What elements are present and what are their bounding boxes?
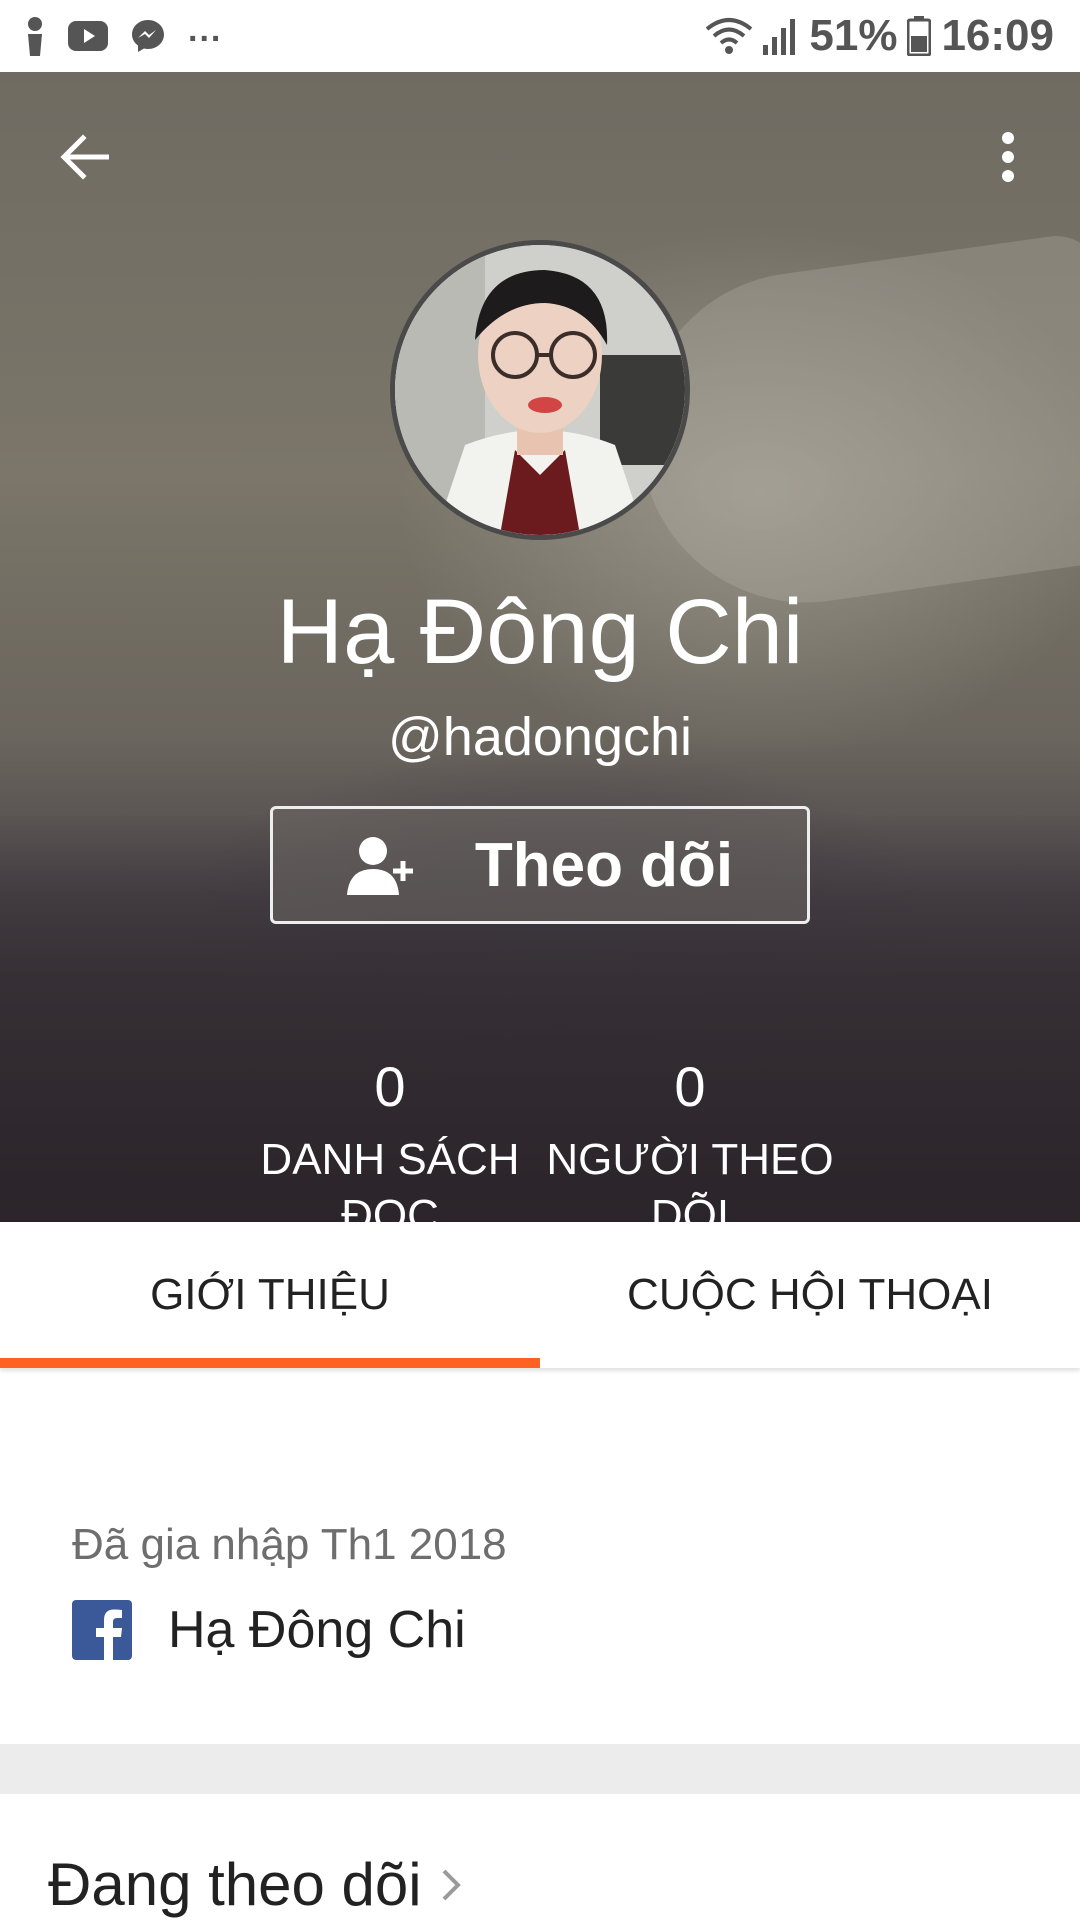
following-section-header[interactable]: Đang theo dõi <box>48 1850 462 1919</box>
reading-lists-label-line2: ĐỌC <box>341 1191 439 1222</box>
cover-image <box>619 230 1080 624</box>
status-bar-left: ... <box>24 11 244 56</box>
avatar-photo <box>395 245 685 535</box>
facebook-link[interactable]: Hạ Đông Chi <box>72 1600 466 1660</box>
wifi-icon <box>705 17 753 55</box>
follow-button-label: Theo dõi <box>474 830 734 900</box>
profile-header: Hạ Đông Chi @hadongchi Theo dõi 0 DANH S… <box>0 72 1080 1222</box>
tab-conversations[interactable]: CUỘC HỘI THOẠI <box>540 1222 1080 1368</box>
tab-about[interactable]: GIỚI THIỆU <box>0 1222 540 1368</box>
avatar[interactable] <box>390 240 690 540</box>
battery-percent: 51% <box>809 11 898 60</box>
arrow-left-icon <box>59 133 111 185</box>
youtube-icon <box>68 21 108 51</box>
signal-icon <box>763 17 799 55</box>
section-divider <box>0 1744 1080 1794</box>
messenger-icon <box>130 18 166 54</box>
following-title: Đang theo dõi <box>48 1851 422 1918</box>
profile-username: @hadongchi <box>387 707 693 767</box>
reading-lists-count: 0 <box>374 1055 406 1118</box>
facebook-name: Hạ Đông Chi <box>168 1601 466 1659</box>
profile-name: Hạ Đông Chi <box>276 581 804 683</box>
tab-bar: GIỚI THIỆU CUỘC HỘI THOẠI <box>0 1222 1080 1368</box>
status-bar: ... 51% 16:09 <box>0 0 1080 72</box>
followers-label: NGƯỜI THEO DÕI <box>545 1132 835 1222</box>
status-bar-right: 51% 16:09 <box>695 11 1054 61</box>
followers-label-line1: NGƯỜI THEO <box>546 1135 834 1184</box>
followers-label-line2: DÕI <box>650 1191 730 1222</box>
follow-button[interactable]: Theo dõi <box>270 806 810 924</box>
notification-overflow: ... <box>188 10 223 49</box>
reading-lists-stat[interactable]: 0 DANH SÁCH ĐỌC <box>245 1055 535 1223</box>
reading-lists-label-line1: DANH SÁCH <box>260 1135 520 1184</box>
back-button[interactable] <box>50 124 120 194</box>
followers-stat[interactable]: 0 NGƯỜI THEO DÕI <box>545 1055 835 1223</box>
reading-lists-label: DANH SÁCH ĐỌC <box>245 1132 535 1222</box>
add-person-icon <box>346 835 419 895</box>
clock: 16:09 <box>941 11 1054 60</box>
battery-icon <box>907 16 932 56</box>
more-options-button[interactable] <box>982 124 1034 194</box>
followers-count: 0 <box>674 1055 706 1118</box>
chevron-right-icon <box>440 1865 462 1905</box>
joined-date: Đã gia nhập Th1 2018 <box>72 1520 507 1569</box>
facebook-icon <box>72 1600 132 1660</box>
more-vertical-icon <box>1001 131 1015 187</box>
person-icon <box>24 16 46 56</box>
